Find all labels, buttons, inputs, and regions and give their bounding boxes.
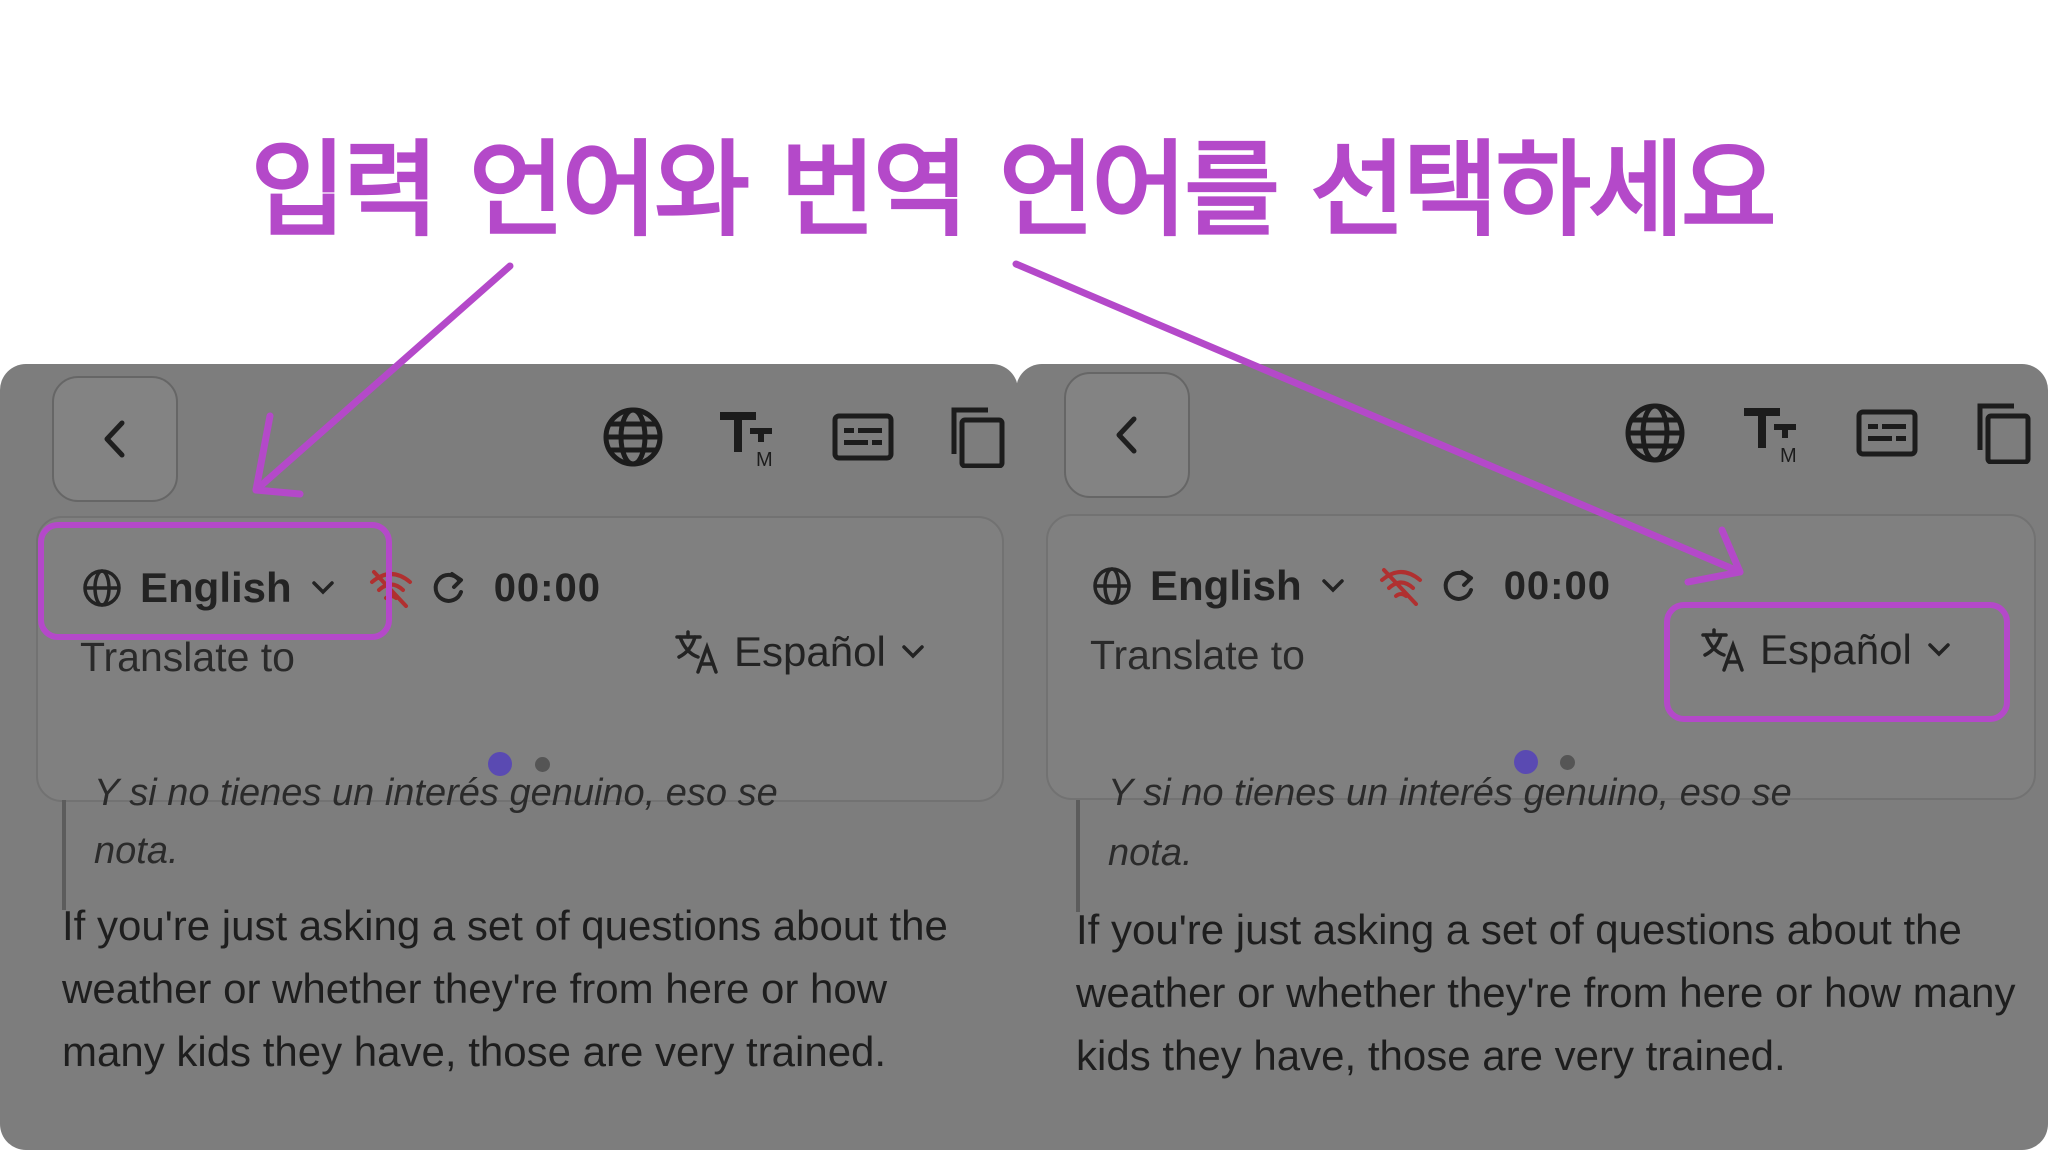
chevron-left-icon <box>104 420 125 458</box>
source-language-row: English 00:00 <box>1092 558 1611 614</box>
copy-icon[interactable] <box>1972 402 2034 464</box>
quote-text-end: nota. <box>1108 832 1193 874</box>
tutorial-canvas: 입력 언어와 번역 언어를 선택하세요 M English 00:00 Tran… <box>0 0 2048 1150</box>
source-language-label: English <box>1150 562 1302 609</box>
quote-text-partial: Y si no tienes un interés genuino, eso s… <box>1108 772 1792 814</box>
globe-icon <box>83 569 121 607</box>
instruction-headline: 입력 언어와 번역 언어를 선택하세요 <box>250 129 1776 251</box>
refresh-icon[interactable] <box>428 568 468 608</box>
text-size-icon[interactable]: M <box>718 406 780 468</box>
svg-text:M: M <box>756 449 773 468</box>
target-language-label: Español <box>734 628 886 675</box>
globe-icon[interactable] <box>1624 402 1686 464</box>
refresh-icon[interactable] <box>1438 566 1478 606</box>
quote-text-end: nota. <box>94 830 179 872</box>
target-language-selector[interactable]: Español <box>674 628 926 676</box>
translate-to-label: Translate to <box>80 634 295 680</box>
translate-icon <box>1701 628 1744 672</box>
svg-text:M: M <box>1780 445 1797 464</box>
source-language-row: English 00:00 <box>82 560 601 616</box>
copy-icon[interactable] <box>946 406 1008 468</box>
page-dot-active[interactable] <box>1514 750 1538 774</box>
right-screenshot-panel: M English 00:00 Translate to Español Y s… <box>1016 364 2048 1150</box>
source-language-label: English <box>140 564 292 611</box>
chevron-down-icon <box>1321 579 1344 593</box>
source-language-selector[interactable]: English <box>82 564 336 612</box>
recording-timer: 00:00 <box>493 565 601 610</box>
subtitles-icon[interactable] <box>1856 402 1918 464</box>
target-language-label: Español <box>1760 626 1912 673</box>
chevron-left-icon <box>1116 416 1137 454</box>
chevron-down-icon <box>1928 643 1950 657</box>
left-screenshot-panel: M English 00:00 Translate to Español Y s… <box>0 364 1018 1150</box>
translate-to-label: Translate to <box>1090 632 1305 678</box>
translation-settings-card: English 00:00 Translate to Español <box>1046 514 2036 800</box>
subtitles-icon[interactable] <box>832 406 894 468</box>
target-language-selector[interactable]: Español <box>1700 626 1952 674</box>
quote-text-partial: Y si no tienes un interés genuino, eso s… <box>94 772 778 814</box>
transcript-paragraph: If you're just asking a set of questions… <box>62 902 948 1075</box>
quote-bar <box>1076 800 1080 912</box>
recording-timer: 00:00 <box>1503 563 1611 608</box>
translation-settings-card: English 00:00 Translate to Español <box>36 516 1004 802</box>
transcript-paragraph: If you're just asking a set of questions… <box>1076 906 2016 1079</box>
page-dot[interactable] <box>1560 755 1575 770</box>
translate-icon <box>675 630 718 674</box>
source-language-selector[interactable]: English <box>1092 562 1346 610</box>
chevron-down-icon <box>902 645 924 659</box>
chevron-down-icon <box>311 581 334 595</box>
globe-icon <box>1093 567 1131 605</box>
back-button[interactable] <box>52 376 178 502</box>
back-button[interactable] <box>1064 372 1190 498</box>
wifi-off-icon <box>369 570 412 608</box>
page-dot[interactable] <box>535 757 550 772</box>
wifi-off-icon <box>1379 568 1422 606</box>
text-size-icon[interactable]: M <box>1742 402 1804 464</box>
globe-icon[interactable] <box>602 406 664 468</box>
